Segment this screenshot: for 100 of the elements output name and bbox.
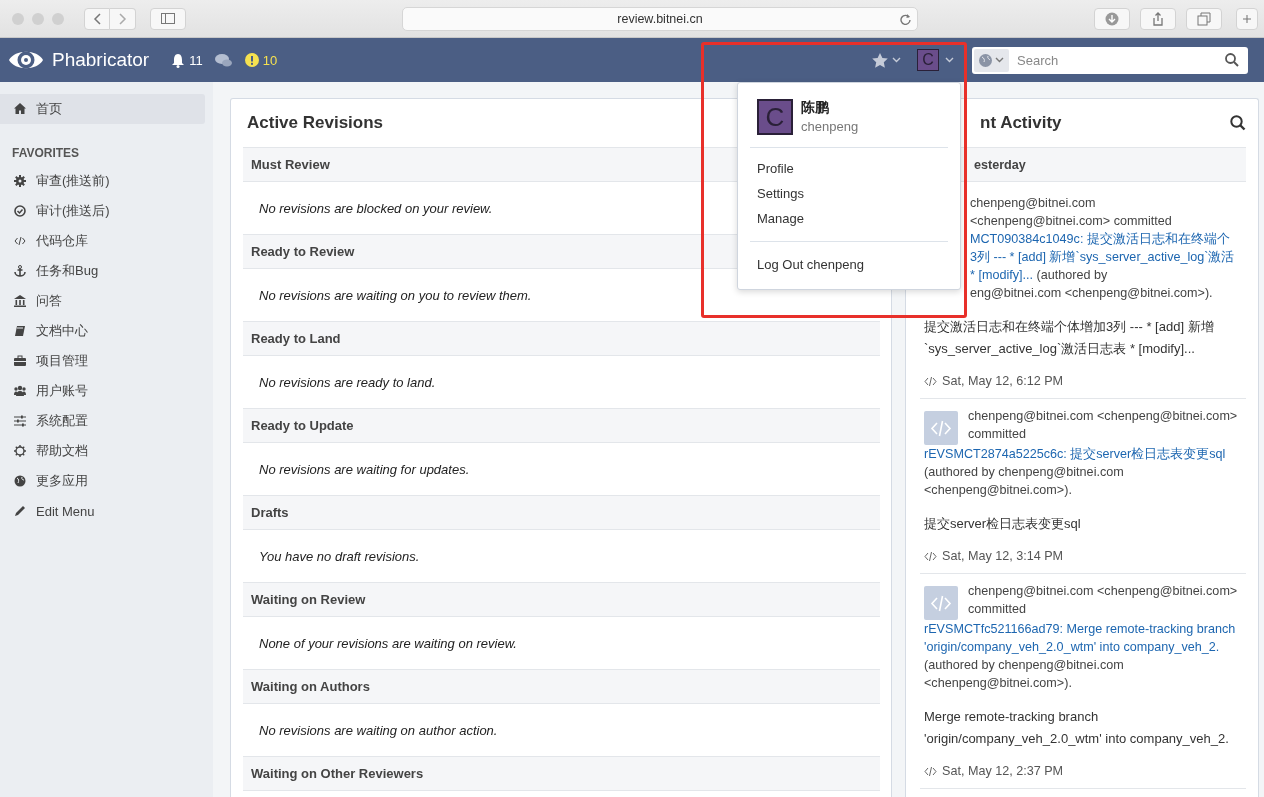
section-header: Waiting on Authors — [243, 669, 880, 704]
sidebar-item[interactable]: 问答 — [0, 286, 205, 316]
alerts-button[interactable]: 10 — [244, 52, 278, 68]
favorites-menu-button[interactable] — [872, 52, 901, 68]
caret-icon — [892, 57, 901, 63]
new-tab-button[interactable] — [1236, 7, 1258, 30]
commit-link[interactable]: rEVSMCT2874a5225c6c: 提交server检日志表变更sql — [924, 445, 1246, 463]
share-icon — [1151, 11, 1165, 26]
commit-link[interactable]: 3列 --- * [add] 新增`sys_server_active_log`激活 — [970, 250, 1235, 264]
sliders-icon — [14, 415, 26, 427]
commit-link[interactable]: rEVSMCTfc521166ad79: Merge remote-tracking branch 'origin/company_veh_2.0_wtm' into company_veh_2. — [924, 620, 1246, 656]
panel-title: Active Revisions — [247, 113, 384, 133]
brand-name[interactable]: Phabricator — [52, 49, 150, 71]
section-header: Ready to Update — [243, 408, 880, 443]
briefcase-icon — [14, 355, 26, 367]
sidebar-item[interactable]: 首页 — [0, 94, 205, 124]
sidebar-item[interactable]: 项目管理 — [0, 346, 205, 376]
menu-item[interactable]: Settings — [750, 181, 811, 206]
empty-message: No revisions are blocked on your review. — [259, 200, 493, 216]
share-button[interactable] — [1140, 7, 1176, 30]
back-icon — [92, 12, 102, 25]
commit-link[interactable]: * [modify]... — [970, 268, 1033, 282]
sidebar-item[interactable]: Edit Menu — [0, 496, 205, 526]
search-icon — [1225, 53, 1239, 67]
forward-icon — [118, 12, 127, 25]
commit-author: chenpeng@bitnei.com <chenpeng@bitnei.com> committed — [968, 408, 1239, 443]
users-icon — [14, 385, 26, 397]
url-text: review.bitnei.cn — [617, 11, 703, 26]
gear-outline-icon — [14, 445, 26, 457]
search-scope-button[interactable] — [974, 48, 1009, 72]
gear-icon — [14, 175, 26, 187]
empty-message: None of your revisions are waiting on review. — [259, 635, 517, 651]
back-button[interactable] — [84, 7, 110, 30]
sidebar-item[interactable]: 文档中心 — [0, 316, 205, 346]
bank-icon — [14, 295, 26, 307]
empty-message: No revisions are waiting for updates. — [259, 461, 470, 477]
sidebar-item[interactable]: 帮助文档 — [0, 436, 205, 466]
activity-text: eng@bitnei.com <chenpeng@bitnei.com>). — [970, 286, 1213, 300]
avatar: C — [757, 99, 793, 135]
timestamp: Sat, May 12, 6:12 PM — [942, 374, 1064, 388]
sidebar-item[interactable]: 审计(推送后) — [0, 196, 205, 226]
sidebar-item[interactable]: 系统配置 — [0, 406, 205, 436]
menu-item[interactable]: Profile — [750, 156, 801, 181]
code-icon — [924, 764, 937, 778]
tabs-button[interactable] — [1186, 7, 1222, 30]
section-header: Waiting on Review — [243, 582, 880, 617]
commit-author: chenpeng@bitnei.com <chenpeng@bitnei.com> committed — [968, 583, 1239, 618]
window-control-icon — [32, 12, 44, 25]
bell-icon — [171, 52, 186, 68]
section-header: Ready to Land — [243, 321, 880, 356]
notification-count: 11 — [189, 52, 203, 68]
sidebar-item[interactable]: 审查(推送前) — [0, 166, 205, 196]
section-header: Drafts — [243, 495, 880, 530]
commit-link[interactable]: MCT090384c1049c: 提交激活日志和在终端个 — [970, 232, 1230, 246]
star-icon — [872, 52, 888, 68]
empty-message: No revisions are waiting on author action. — [259, 722, 498, 738]
globe-icon — [14, 475, 26, 487]
empty-message: No revisions are waiting on you to review them. — [259, 287, 532, 303]
day-heading: esterday — [974, 157, 1026, 172]
sidebar-icon — [161, 13, 175, 24]
sidebar-item[interactable]: 代码仓库 — [0, 226, 205, 256]
timestamp: Sat, May 12, 2:37 PM — [942, 764, 1064, 778]
section-header: Waiting on Other Reviewers — [243, 756, 880, 791]
activity-text: chenpeng@bitnei.com — [970, 196, 1096, 210]
sidebar-toggle-button[interactable] — [150, 7, 186, 30]
messages-button[interactable] — [214, 53, 233, 67]
chat-icon — [214, 53, 233, 67]
download-button[interactable] — [1094, 7, 1130, 30]
alert-count: 10 — [262, 52, 278, 68]
empty-message: No revisions are ready to land. — [259, 374, 436, 390]
tabs-icon — [1197, 11, 1211, 26]
globe-icon — [979, 53, 992, 67]
code-icon — [924, 374, 937, 388]
menu-item[interactable]: Manage — [750, 206, 811, 231]
commit-summary: rEVSMCT2874a5225c6c: 提交server检日志表变更sql (authored by chenpeng@bitnei.com <chenpeng@bitnei.com>). — [924, 445, 1246, 499]
search-field[interactable]: Search — [972, 46, 1248, 74]
search-icon[interactable] — [1230, 115, 1246, 131]
reload-icon — [899, 12, 911, 25]
timestamp: Sat, May 12, 3:14 PM — [942, 549, 1064, 563]
notifications-button[interactable]: 11 — [171, 52, 203, 68]
anchor-icon — [14, 265, 26, 277]
home-icon — [14, 103, 26, 115]
window-control-icon — [12, 12, 24, 25]
sidebar-item[interactable]: 任务和Bug — [0, 256, 205, 286]
section-title: FAVORITES — [11, 145, 80, 162]
panel-title: nt Activity — [980, 113, 1062, 133]
address-bar[interactable]: review.bitnei.cn — [402, 6, 918, 31]
username: chenpeng — [801, 119, 859, 134]
avatar: C — [917, 49, 939, 71]
caret-icon — [945, 57, 954, 63]
window-control-icon — [52, 12, 64, 25]
pencil-icon — [14, 505, 26, 517]
sidebar-item[interactable]: 更多应用 — [0, 466, 205, 496]
caret-icon — [995, 57, 1004, 63]
code-icon — [14, 235, 26, 247]
plus-icon — [1243, 13, 1251, 24]
sidebar-item[interactable]: 用户账号 — [0, 376, 205, 406]
download-icon — [1105, 11, 1119, 26]
commit-summary: rEVSMCTfc521166ad79: Merge remote-tracking branch 'origin/company_veh_2.0_wtm' into company_veh_2. (authored by chenpeng@bitnei.com <chenpeng@bitnei.com>). — [924, 620, 1246, 692]
forward-button[interactable] — [110, 7, 136, 30]
